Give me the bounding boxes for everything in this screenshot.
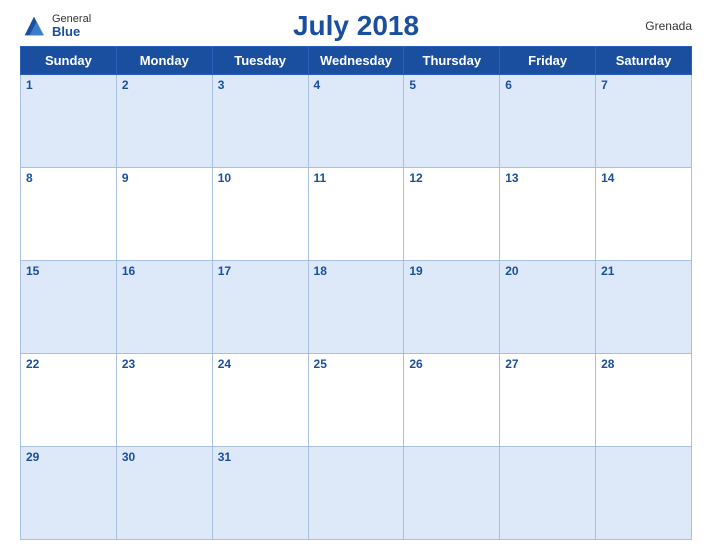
- day-cell-25: 25: [308, 354, 404, 447]
- page-title: July 2018: [293, 10, 419, 42]
- day-number: 21: [601, 264, 614, 278]
- day-cell-30: 30: [116, 447, 212, 540]
- day-cell-27: 27: [500, 354, 596, 447]
- day-cell-23: 23: [116, 354, 212, 447]
- calendar-table: SundayMondayTuesdayWednesdayThursdayFrid…: [20, 46, 692, 540]
- day-cell-28: 28: [596, 354, 692, 447]
- day-number: 20: [505, 264, 518, 278]
- day-cell-8: 8: [21, 168, 117, 261]
- week-row-5: 29 30 31: [21, 447, 692, 540]
- day-cell-17: 17: [212, 261, 308, 354]
- day-cell-29: 29: [21, 447, 117, 540]
- day-number: 18: [314, 264, 327, 278]
- day-cell-13: 13: [500, 168, 596, 261]
- logo-text: General Blue: [52, 13, 91, 39]
- day-number: 22: [26, 357, 39, 371]
- week-row-3: 15 16 17 18 19 20 21: [21, 261, 692, 354]
- day-number: 2: [122, 78, 129, 92]
- day-number: 12: [409, 171, 422, 185]
- logo-blue-label: Blue: [52, 25, 91, 39]
- day-number: 16: [122, 264, 135, 278]
- day-header-monday: Monday: [116, 47, 212, 75]
- day-number: 3: [218, 78, 225, 92]
- day-number: 8: [26, 171, 33, 185]
- day-cell-20: 20: [500, 261, 596, 354]
- day-cell-15: 15: [21, 261, 117, 354]
- day-cell-7: 7: [596, 75, 692, 168]
- day-number: 28: [601, 357, 614, 371]
- day-number: 6: [505, 78, 512, 92]
- week-row-2: 8 9 10 11 12 13 14: [21, 168, 692, 261]
- empty-cell: [596, 447, 692, 540]
- day-cell-18: 18: [308, 261, 404, 354]
- day-number: 9: [122, 171, 129, 185]
- day-headers: SundayMondayTuesdayWednesdayThursdayFrid…: [21, 47, 692, 75]
- day-cell-12: 12: [404, 168, 500, 261]
- day-number: 7: [601, 78, 608, 92]
- day-number: 15: [26, 264, 39, 278]
- day-header-sunday: Sunday: [21, 47, 117, 75]
- day-number: 14: [601, 171, 614, 185]
- day-cell-4: 4: [308, 75, 404, 168]
- day-cell-14: 14: [596, 168, 692, 261]
- day-header-wednesday: Wednesday: [308, 47, 404, 75]
- day-number: 4: [314, 78, 321, 92]
- day-header-tuesday: Tuesday: [212, 47, 308, 75]
- day-cell-1: 1: [21, 75, 117, 168]
- day-number: 17: [218, 264, 231, 278]
- week-row-4: 22 23 24 25 26 27 28: [21, 354, 692, 447]
- day-cell-9: 9: [116, 168, 212, 261]
- empty-cell: [308, 447, 404, 540]
- day-cell-2: 2: [116, 75, 212, 168]
- day-number: 24: [218, 357, 231, 371]
- day-number: 13: [505, 171, 518, 185]
- logo: General Blue: [20, 12, 91, 40]
- day-number: 19: [409, 264, 422, 278]
- calendar-header-row: SundayMondayTuesdayWednesdayThursdayFrid…: [21, 47, 692, 75]
- day-cell-16: 16: [116, 261, 212, 354]
- day-cell-31: 31: [212, 447, 308, 540]
- day-number: 26: [409, 357, 422, 371]
- day-number: 5: [409, 78, 416, 92]
- day-cell-5: 5: [404, 75, 500, 168]
- day-cell-24: 24: [212, 354, 308, 447]
- day-cell-21: 21: [596, 261, 692, 354]
- day-cell-11: 11: [308, 168, 404, 261]
- country-label: Grenada: [645, 19, 692, 33]
- day-cell-10: 10: [212, 168, 308, 261]
- day-number: 25: [314, 357, 327, 371]
- day-number: 29: [26, 450, 39, 464]
- calendar-body: 1234567891011121314151617181920212223242…: [21, 75, 692, 540]
- calendar-header: General Blue July 2018 Grenada: [20, 10, 692, 42]
- day-number: 27: [505, 357, 518, 371]
- day-cell-19: 19: [404, 261, 500, 354]
- day-header-saturday: Saturday: [596, 47, 692, 75]
- day-cell-3: 3: [212, 75, 308, 168]
- week-row-1: 1 2 3 4 5 6 7: [21, 75, 692, 168]
- day-number: 11: [314, 171, 327, 185]
- day-number: 31: [218, 450, 231, 464]
- day-number: 23: [122, 357, 135, 371]
- day-header-thursday: Thursday: [404, 47, 500, 75]
- day-number: 30: [122, 450, 135, 464]
- day-cell-22: 22: [21, 354, 117, 447]
- day-number: 1: [26, 78, 33, 92]
- day-header-friday: Friday: [500, 47, 596, 75]
- empty-cell: [500, 447, 596, 540]
- empty-cell: [404, 447, 500, 540]
- day-cell-26: 26: [404, 354, 500, 447]
- day-number: 10: [218, 171, 231, 185]
- logo-icon: [20, 12, 48, 40]
- day-cell-6: 6: [500, 75, 596, 168]
